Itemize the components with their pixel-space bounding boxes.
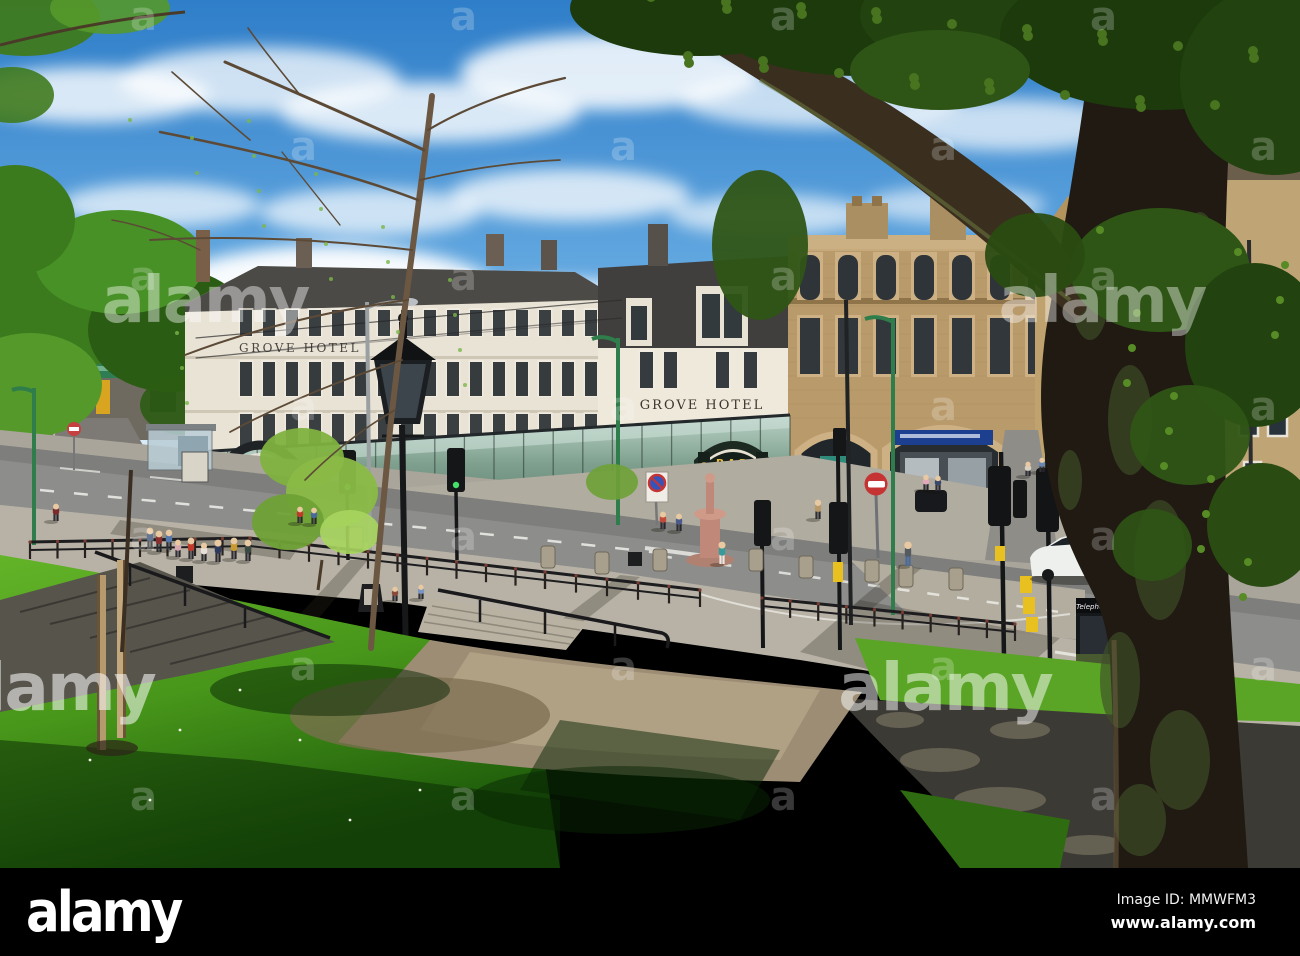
watermark-letter: a — [610, 384, 637, 430]
street-scene-photo: GROVE HOTEL GROVE HOTEL Telephone a a a … — [0, 0, 1300, 868]
watermark-letter: a — [290, 124, 317, 170]
watermark-letter: a — [290, 384, 317, 430]
alamy-footer-bar: alamy Image ID: MMWFM3 www.alamy.com — [0, 868, 1300, 956]
alamy-url: www.alamy.com — [1110, 912, 1256, 932]
alamy-logo: alamy — [26, 879, 183, 945]
watermark-letter: a — [130, 774, 157, 820]
image-meta: Image ID: MMWFM3 www.alamy.com — [1111, 890, 1256, 933]
grove-hotel-sign-gable: GROVE HOTEL — [640, 398, 764, 413]
watermark-letter: a — [1250, 124, 1277, 170]
watermark-alamy: alamy — [0, 649, 156, 726]
watermark-letter: a — [770, 254, 797, 300]
watermark-letter: a — [290, 644, 317, 690]
watermark-alamy: alamy — [838, 649, 1052, 726]
watermark-letter: a — [450, 254, 477, 300]
watermark-alamy: alamy — [999, 264, 1207, 338]
watermark-letter: a — [1090, 774, 1117, 820]
watermark-letter: a — [130, 0, 157, 40]
watermark-letter: a — [610, 644, 637, 690]
watermark-letter: a — [930, 124, 957, 170]
watermark-letter: a — [1250, 644, 1277, 690]
watermark-letter: a — [450, 514, 477, 560]
watermark-letter: a — [770, 0, 797, 40]
watermark-letter: a — [770, 774, 797, 820]
watermark-letter: a — [930, 384, 957, 430]
watermark-letter: a — [1090, 514, 1117, 560]
watermark-letter: a — [1090, 0, 1117, 40]
watermark-alamy: alamy — [102, 264, 310, 338]
watermark-letter: a — [450, 774, 477, 820]
watermark-letter: a — [130, 514, 157, 560]
image-id: Image ID: MMWFM3 — [1116, 892, 1256, 909]
watermark-letter: a — [450, 0, 477, 40]
watermark-letter: a — [610, 124, 637, 170]
watermark-letter: a — [1250, 384, 1277, 430]
stock-photo-page: GROVE HOTEL GROVE HOTEL Telephone a a a … — [0, 0, 1300, 956]
watermark-letter: a — [770, 514, 797, 560]
